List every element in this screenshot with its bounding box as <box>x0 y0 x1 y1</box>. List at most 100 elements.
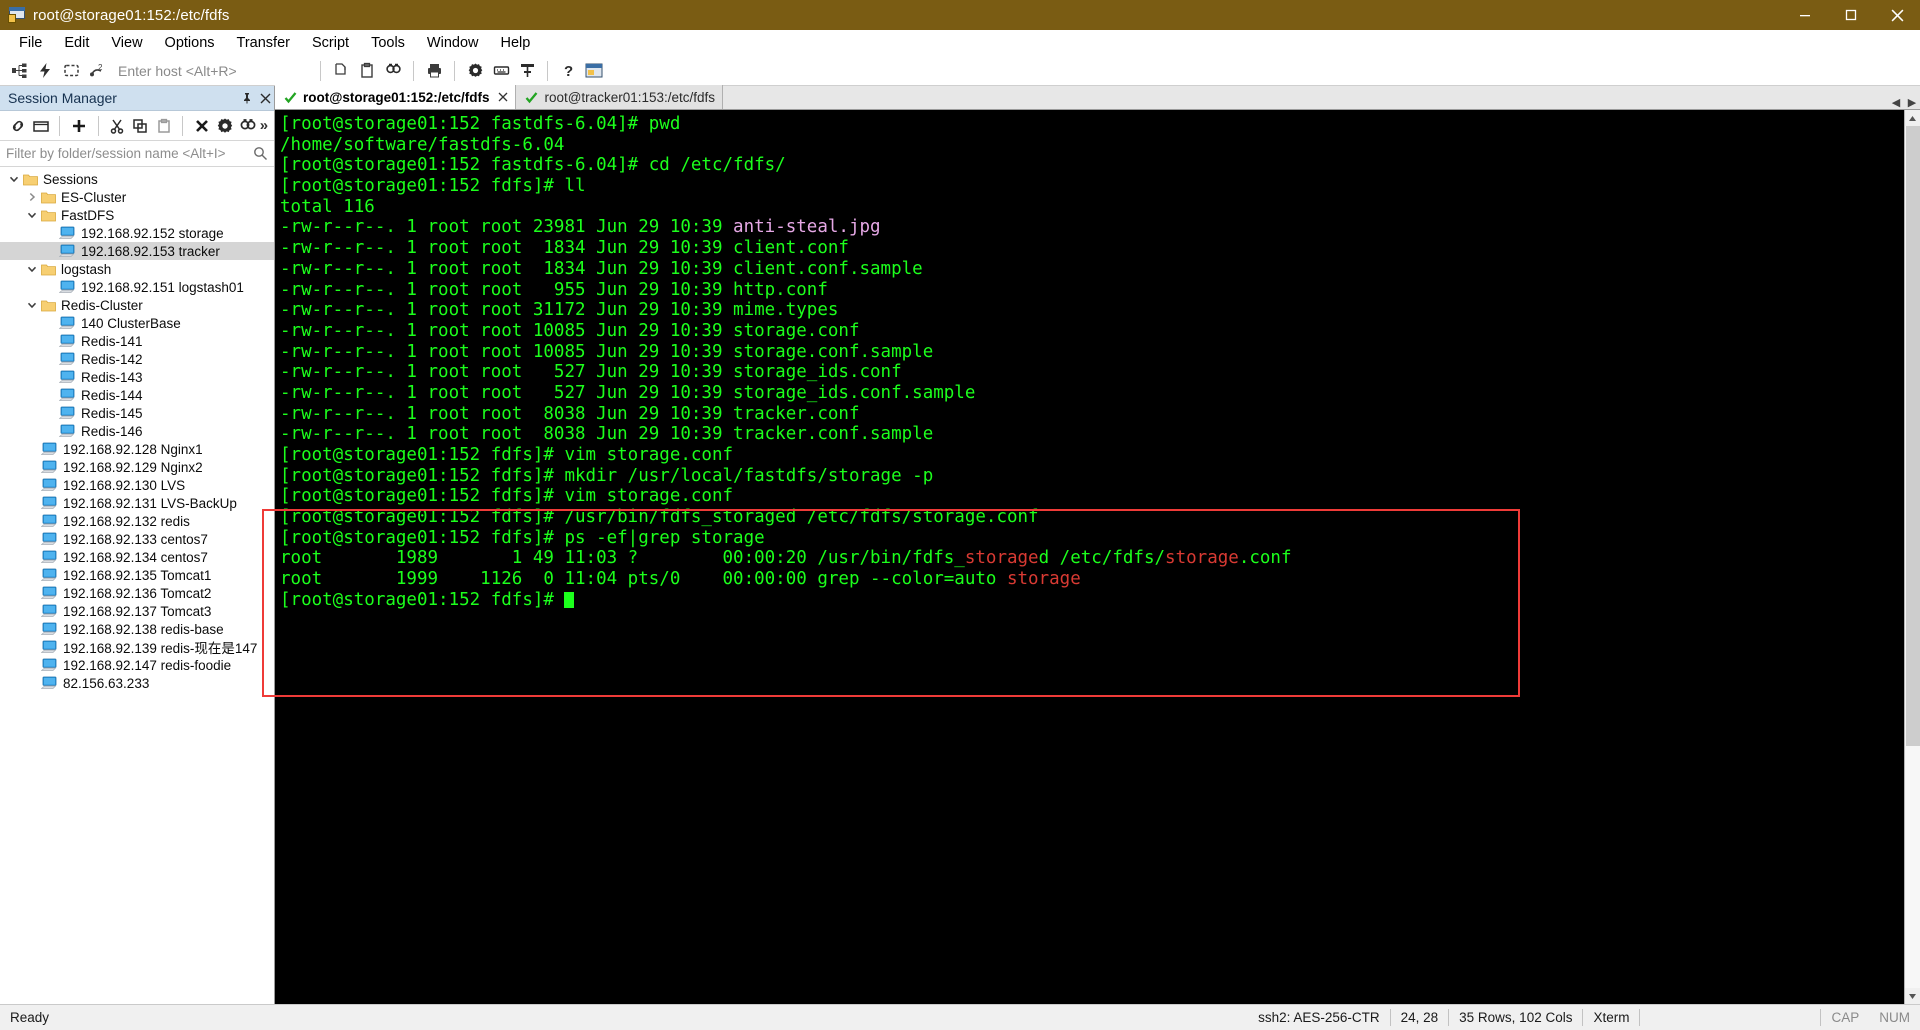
quick-connect-icon[interactable] <box>32 58 58 84</box>
session-tree-item[interactable]: Redis-146 <box>0 422 274 440</box>
add-session-icon[interactable] <box>67 113 90 139</box>
menu-view[interactable]: View <box>100 32 153 54</box>
session-tree-item[interactable]: 192.168.92.129 Nginx2 <box>0 458 274 476</box>
host-input[interactable]: Enter host <Alt+R> <box>118 63 313 79</box>
new-session-icon[interactable] <box>6 58 32 84</box>
chevron-left-icon[interactable]: ◀ <box>1888 96 1904 109</box>
copy-icon[interactable] <box>129 113 152 139</box>
session-tree-item[interactable]: 192.168.92.152 storage <box>0 224 274 242</box>
menu-tools[interactable]: Tools <box>360 32 416 54</box>
status-emulation: Xterm <box>1593 1010 1630 1025</box>
session-tree-item[interactable]: 192.168.92.128 Nginx1 <box>0 440 274 458</box>
session-tree[interactable]: Sessions ES-Cluster FastDFS 192.168.92.152 … <box>0 167 274 1004</box>
menu-transfer[interactable]: Transfer <box>226 32 301 54</box>
folder-icon <box>40 191 57 204</box>
session-tree-item-label: 192.168.92.130 LVS <box>63 477 186 493</box>
tab-close-icon[interactable] <box>498 89 508 105</box>
scroll-up-icon[interactable] <box>1904 110 1920 126</box>
maximize-button[interactable] <box>1828 0 1874 30</box>
reconnect-all-icon[interactable]: 2 <box>84 58 110 84</box>
scrollbar-thumb[interactable] <box>1905 126 1920 746</box>
menu-script[interactable]: Script <box>301 32 360 54</box>
host-icon <box>58 226 77 240</box>
toolbar-overflow-button[interactable]: » <box>260 117 268 134</box>
session-tree-item[interactable]: Redis-142 <box>0 350 274 368</box>
menu-options[interactable]: Options <box>154 32 226 54</box>
chevron-right-icon[interactable]: ▶ <box>1904 96 1920 109</box>
paste-icon[interactable] <box>152 113 175 139</box>
session-tree-item[interactable]: 192.168.92.138 redis-base <box>0 620 274 638</box>
scrollbar-track[interactable] <box>1904 126 1920 988</box>
session-tree-item[interactable]: 192.168.92.134 centos7 <box>0 548 274 566</box>
session-tree-item-label: 192.168.92.135 Tomcat1 <box>63 567 212 583</box>
tab-storage01[interactable]: root@storage01:152:/etc/fdfs <box>275 85 517 109</box>
session-tree-item[interactable]: 192.168.92.132 redis <box>0 512 274 530</box>
session-tree-item[interactable]: 192.168.92.153 tracker <box>0 242 274 260</box>
host-icon <box>40 658 59 672</box>
session-tree-item[interactable]: Redis-144 <box>0 386 274 404</box>
session-tree-item[interactable]: 82.156.63.233 <box>0 674 274 692</box>
properties-icon[interactable] <box>213 113 236 139</box>
tab-tracker01[interactable]: root@tracker01:153:/etc/fdfs <box>516 85 724 109</box>
session-tree-item[interactable]: Redis-Cluster <box>0 296 274 314</box>
session-tree-item[interactable]: Redis-145 <box>0 404 274 422</box>
chevron-down-icon[interactable] <box>24 210 40 220</box>
terminal-line: /home/software/fastdfs-6.04 <box>280 135 1904 156</box>
cut-icon[interactable] <box>105 113 128 139</box>
session-tree-item[interactable]: 192.168.92.147 redis-foodie <box>0 656 274 674</box>
menu-window[interactable]: Window <box>416 32 490 54</box>
session-tree-item[interactable]: Redis-141 <box>0 332 274 350</box>
find-icon[interactable] <box>380 58 406 84</box>
terminal-text: [root@storage01:152 fdfs]# <box>280 589 565 610</box>
copy-icon[interactable] <box>328 58 354 84</box>
session-tree-item[interactable]: 192.168.92.151 logstash01 <box>0 278 274 296</box>
menu-file[interactable]: File <box>8 32 53 54</box>
chevron-right-icon[interactable] <box>24 192 40 202</box>
session-tree-item[interactable]: 140 ClusterBase <box>0 314 274 332</box>
terminal-line: -rw-r--r--. 1 root root 955 Jun 29 10:39… <box>280 280 1904 301</box>
reconnect-icon[interactable] <box>58 58 84 84</box>
gear-icon[interactable] <box>462 58 488 84</box>
status-cursor-position: 24, 28 <box>1400 1010 1439 1025</box>
connect-icon[interactable] <box>6 113 29 139</box>
securecrt-window: root@storage01:152:/etc/fdfs File Edit V… <box>0 0 1920 1030</box>
menu-edit[interactable]: Edit <box>53 32 100 54</box>
paste-icon[interactable] <box>354 58 380 84</box>
session-tree-item[interactable]: FastDFS <box>0 206 274 224</box>
keyboard-icon[interactable] <box>488 58 514 84</box>
chevron-down-icon[interactable] <box>24 300 40 310</box>
session-tree-item[interactable]: Redis-143 <box>0 368 274 386</box>
new-folder-icon[interactable] <box>29 113 52 139</box>
session-tree-item[interactable]: ES-Cluster <box>0 188 274 206</box>
print-icon[interactable] <box>421 58 447 84</box>
session-tree-item[interactable]: 192.168.92.133 centos7 <box>0 530 274 548</box>
session-tree-item-label: 192.168.92.147 redis-foodie <box>63 657 232 673</box>
help-icon[interactable]: ? <box>555 58 581 84</box>
terminal-output[interactable]: [root@storage01:152 fastdfs-6.04]# pwd/h… <box>275 110 1904 1004</box>
chevron-down-icon[interactable] <box>6 174 22 184</box>
session-tree-item[interactable]: 192.168.92.135 Tomcat1 <box>0 566 274 584</box>
chevron-down-icon[interactable] <box>24 264 40 274</box>
session-filter-input[interactable]: Filter by folder/session name <Alt+I> <box>6 146 250 161</box>
close-icon[interactable] <box>256 87 274 109</box>
minimize-button[interactable] <box>1782 0 1828 30</box>
terminal-text: /home/software/fastdfs-6.04 <box>280 134 565 155</box>
session-tree-item[interactable]: 192.168.92.137 Tomcat3 <box>0 602 274 620</box>
session-tree-item[interactable]: 192.168.92.136 Tomcat2 <box>0 584 274 602</box>
session-tree-item[interactable]: logstash <box>0 260 274 278</box>
terminal-scrollbar[interactable] <box>1904 110 1920 1004</box>
pin-icon[interactable] <box>238 87 256 109</box>
find-icon[interactable] <box>236 113 259 139</box>
delete-icon[interactable] <box>190 113 213 139</box>
session-tree-item[interactable]: 192.168.92.131 LVS-BackUp <box>0 494 274 512</box>
session-tree-item[interactable]: 192.168.92.139 redis-现在是147 <box>0 638 274 656</box>
terminal-text: [root@storage01:152 fdfs]# ll <box>280 176 586 197</box>
session-options-icon[interactable] <box>514 58 540 84</box>
menu-help[interactable]: Help <box>490 32 542 54</box>
about-icon[interactable] <box>581 58 607 84</box>
search-icon[interactable] <box>250 146 270 161</box>
session-tree-item[interactable]: 192.168.92.130 LVS <box>0 476 274 494</box>
scroll-down-icon[interactable] <box>1904 988 1920 1004</box>
close-button[interactable] <box>1874 0 1920 30</box>
session-tree-item[interactable]: Sessions <box>0 170 274 188</box>
